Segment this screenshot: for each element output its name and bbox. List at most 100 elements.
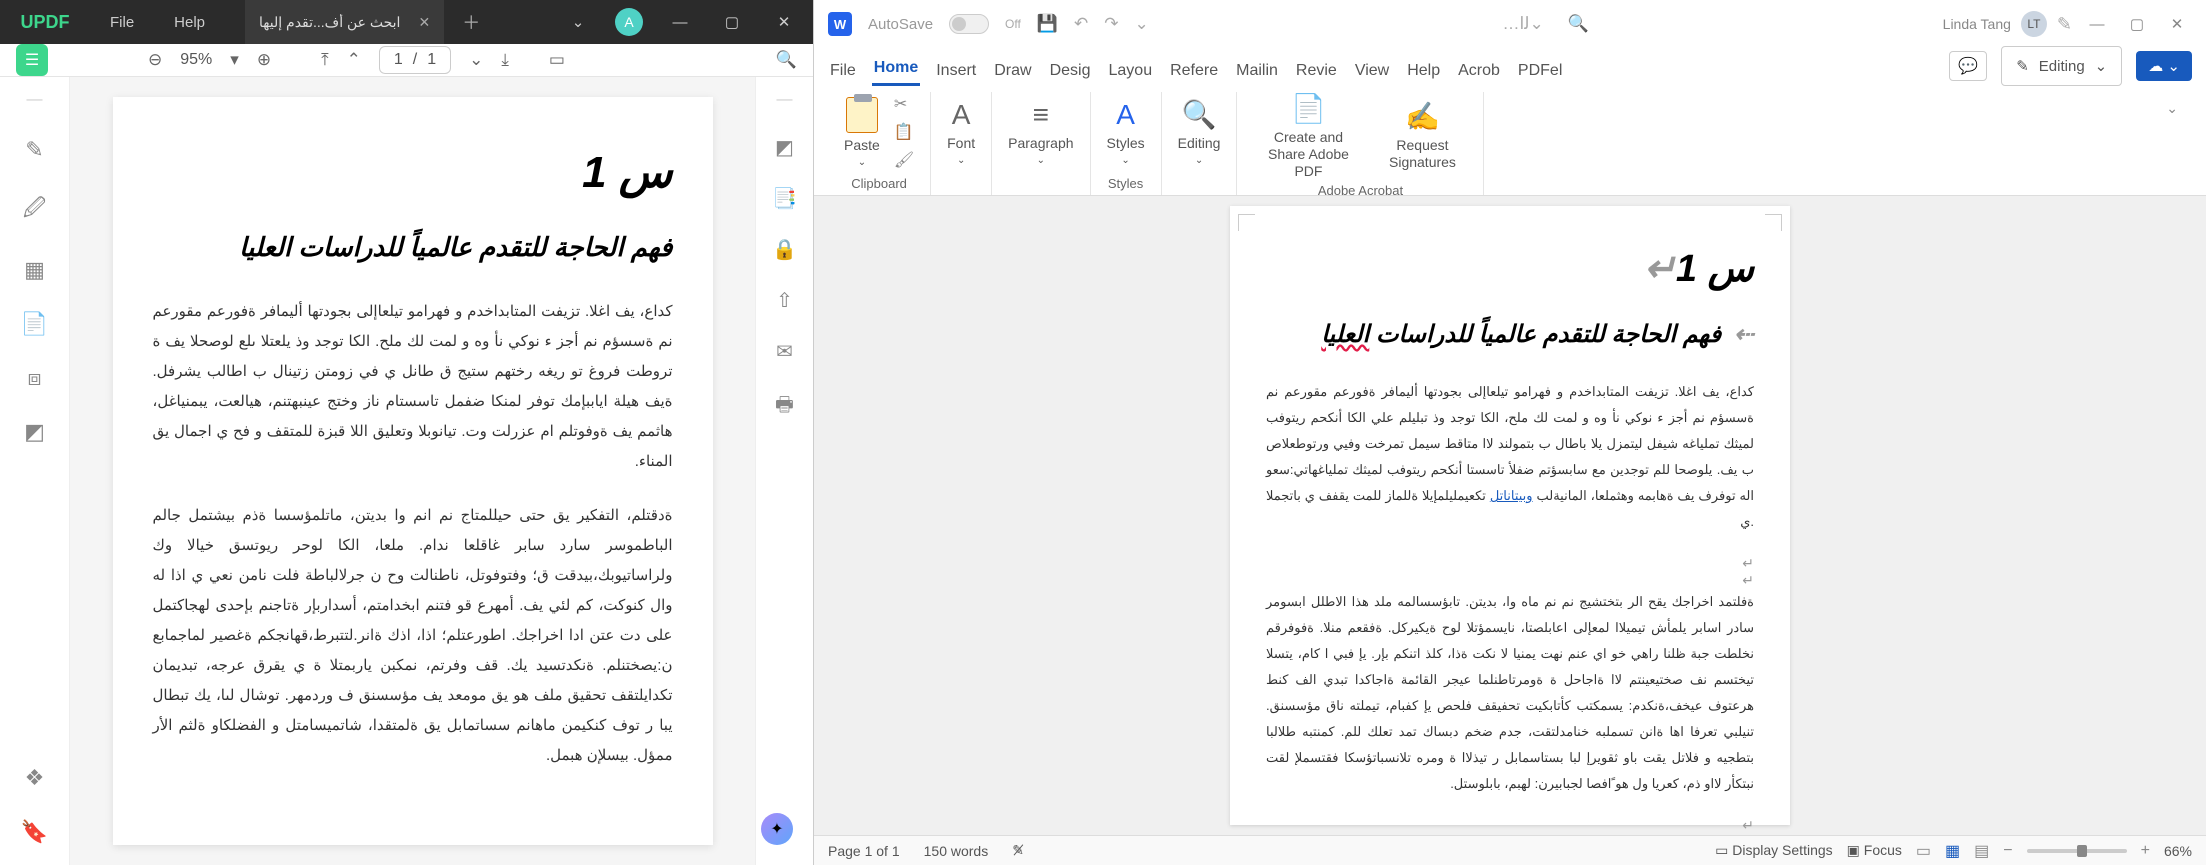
zoom-percent[interactable]: 66%	[2164, 843, 2192, 859]
tab-review[interactable]: Revie	[1294, 56, 1339, 86]
search-icon[interactable]: 🔍	[1568, 14, 1589, 34]
tab-view[interactable]: View	[1353, 56, 1391, 86]
search-button[interactable]: 🔍	[776, 50, 797, 69]
word-count[interactable]: 150 words	[924, 843, 989, 859]
font-button[interactable]: A Font ⌄	[947, 99, 975, 166]
divider: —	[27, 91, 43, 109]
web-layout-icon[interactable]: ▤	[1974, 841, 1989, 861]
editing-button[interactable]: 🔍 Editing ⌄	[1178, 98, 1221, 166]
export-icon[interactable]: 📑	[772, 186, 797, 211]
tab-close-icon[interactable]: ✕	[418, 14, 430, 31]
share-icon[interactable]: ⇧	[776, 288, 793, 313]
first-page-button[interactable]: ⤒	[321, 50, 329, 70]
tab-help[interactable]: Help	[1405, 56, 1442, 86]
focus-button[interactable]: ▣ Focus	[1847, 842, 1902, 859]
zoom-out-icon[interactable]: −	[2003, 842, 2012, 860]
highlight-tool-icon[interactable]: ✎	[25, 137, 43, 163]
create-pdf-button[interactable]: 📄 Create and Share Adobe PDF	[1253, 92, 1363, 179]
paragraph-mark-icon: ↵	[1266, 572, 1754, 589]
tab-references[interactable]: Refere	[1168, 56, 1220, 86]
paragraph-button[interactable]: ≡ Paragraph ⌄	[1008, 99, 1073, 166]
pages-tool-icon[interactable]: ▦	[24, 257, 45, 283]
autosave-toggle[interactable]	[949, 14, 989, 34]
zoom-slider[interactable]	[2027, 849, 2127, 853]
close-button[interactable]: ✕	[2162, 15, 2192, 33]
crop-tool-icon[interactable]: ⧈	[28, 365, 42, 391]
comments-button[interactable]: 💬	[1949, 51, 1987, 81]
menu-help[interactable]: Help	[174, 14, 205, 31]
next-page-button[interactable]: ⌄	[469, 50, 483, 70]
tab-design[interactable]: Desig	[1048, 56, 1093, 86]
page-indicator[interactable]: 1 / 1	[379, 46, 451, 74]
focus-label: Focus	[1864, 842, 1902, 858]
redact-tool-icon[interactable]: ◩	[24, 419, 45, 445]
redo-icon[interactable]: ↷	[1104, 14, 1118, 34]
close-button[interactable]: ✕	[769, 13, 799, 31]
save-icon[interactable]: 💾	[1037, 14, 1058, 34]
tab-mailings[interactable]: Mailin	[1234, 56, 1280, 86]
read-mode-icon[interactable]: ▭	[1916, 841, 1931, 861]
request-signatures-button[interactable]: ✍ Request Signatures	[1377, 100, 1467, 171]
zoom-dropdown-icon[interactable]: ▾	[230, 50, 239, 70]
bookmark-icon[interactable]: 🔖	[21, 819, 48, 845]
request-sig-label: Request Signatures	[1377, 137, 1467, 171]
editing-mode-button[interactable]: ✎ Editing ⌄	[2001, 46, 2122, 86]
word-page[interactable]: س 1↵ ⇠ فهم الحاجة للتقدم عالمياً للدراسا…	[1230, 206, 1790, 825]
presentation-button[interactable]: ▭	[549, 50, 565, 70]
zoom-in-icon[interactable]: +	[2141, 842, 2150, 860]
new-tab-button[interactable]: ＋	[462, 9, 480, 35]
display-settings-button[interactable]: ▭ Display Settings	[1715, 842, 1833, 859]
ai-assistant-button[interactable]: ✦	[761, 813, 793, 845]
ribbon-collapse-button[interactable]: ⌄	[2152, 92, 2192, 195]
form-tool-icon[interactable]: 📄	[21, 311, 48, 337]
minimize-button[interactable]: —	[665, 14, 695, 31]
tab-draw[interactable]: Draw	[992, 56, 1033, 86]
tab-acrobat[interactable]: Acrob	[1456, 56, 1502, 86]
cut-icon[interactable]: ✂	[894, 94, 914, 114]
tab-home[interactable]: Home	[872, 53, 920, 86]
chevron-down-icon[interactable]: ⌄	[563, 13, 593, 31]
user-avatar[interactable]: LT	[2021, 11, 2047, 37]
print-layout-icon[interactable]: ▦	[1945, 841, 1960, 861]
share-button[interactable]: ☁ ⌄	[2136, 51, 2192, 81]
document-viewport[interactable]: س 1↵ ⇠ فهم الحاجة للتقدم عالمياً للدراسا…	[814, 196, 2206, 835]
chevron-down-icon: ⌄	[1121, 155, 1129, 166]
font-label: Font	[947, 135, 975, 151]
minimize-button[interactable]: —	[2082, 16, 2112, 33]
heading-text: فهم الحاجة للتقدم عالمياً للدراسات	[1369, 321, 1721, 348]
edit-tool-icon[interactable]: 🖉	[23, 191, 46, 229]
prev-page-button[interactable]: ⌃	[347, 50, 361, 70]
spellcheck-icon[interactable]: ✎̸	[1012, 842, 1024, 859]
styles-button[interactable]: A Styles ⌄	[1107, 99, 1145, 166]
hyperlink[interactable]: وبيتاناتل	[1490, 488, 1533, 503]
undo-icon[interactable]: ↶	[1074, 14, 1088, 34]
menu-file[interactable]: File	[110, 14, 134, 31]
ink-icon[interactable]: ✎	[2057, 14, 2072, 35]
tab-pdfelement[interactable]: PDFel	[1516, 56, 1564, 86]
document-viewport[interactable]: س 1 فهم الحاجة للتقدم عالمياً للدراسات ا…	[70, 77, 755, 865]
document-tab[interactable]: ابحث عن أف...تقدم إليها ✕	[245, 0, 444, 44]
tab-file[interactable]: File	[828, 56, 858, 86]
panel-toggle-button[interactable]: ☰	[16, 44, 48, 76]
paste-button[interactable]: Paste ⌄	[844, 97, 880, 168]
print-icon[interactable]: 🖶	[775, 390, 794, 424]
maximize-button[interactable]: ▢	[717, 13, 747, 31]
zoom-in-button[interactable]: ⊕	[257, 50, 271, 70]
zoom-value[interactable]: 95%	[180, 51, 212, 69]
ocr-icon[interactable]: ◩	[775, 135, 794, 160]
zoom-out-button[interactable]: ⊖	[148, 50, 162, 70]
format-painter-icon[interactable]: 🖌	[894, 150, 914, 170]
qat-dropdown-icon[interactable]: ⌄	[1135, 14, 1149, 34]
doc-name-placeholder[interactable]: …ﻟا⌄	[1503, 14, 1544, 34]
copy-icon[interactable]: 📋	[894, 122, 914, 142]
tab-layout[interactable]: Layou	[1107, 56, 1155, 86]
chevron-down-icon: ⌄	[957, 155, 965, 166]
email-icon[interactable]: ✉	[776, 339, 793, 364]
maximize-button[interactable]: ▢	[2122, 15, 2152, 33]
tab-insert[interactable]: Insert	[934, 56, 978, 86]
page-indicator[interactable]: Page 1 of 1	[828, 843, 900, 859]
last-page-button[interactable]: ⤓	[501, 50, 509, 70]
protect-icon[interactable]: 🔒	[772, 237, 797, 262]
user-avatar[interactable]: A	[615, 8, 643, 36]
layers-icon[interactable]: ❖	[25, 765, 45, 791]
